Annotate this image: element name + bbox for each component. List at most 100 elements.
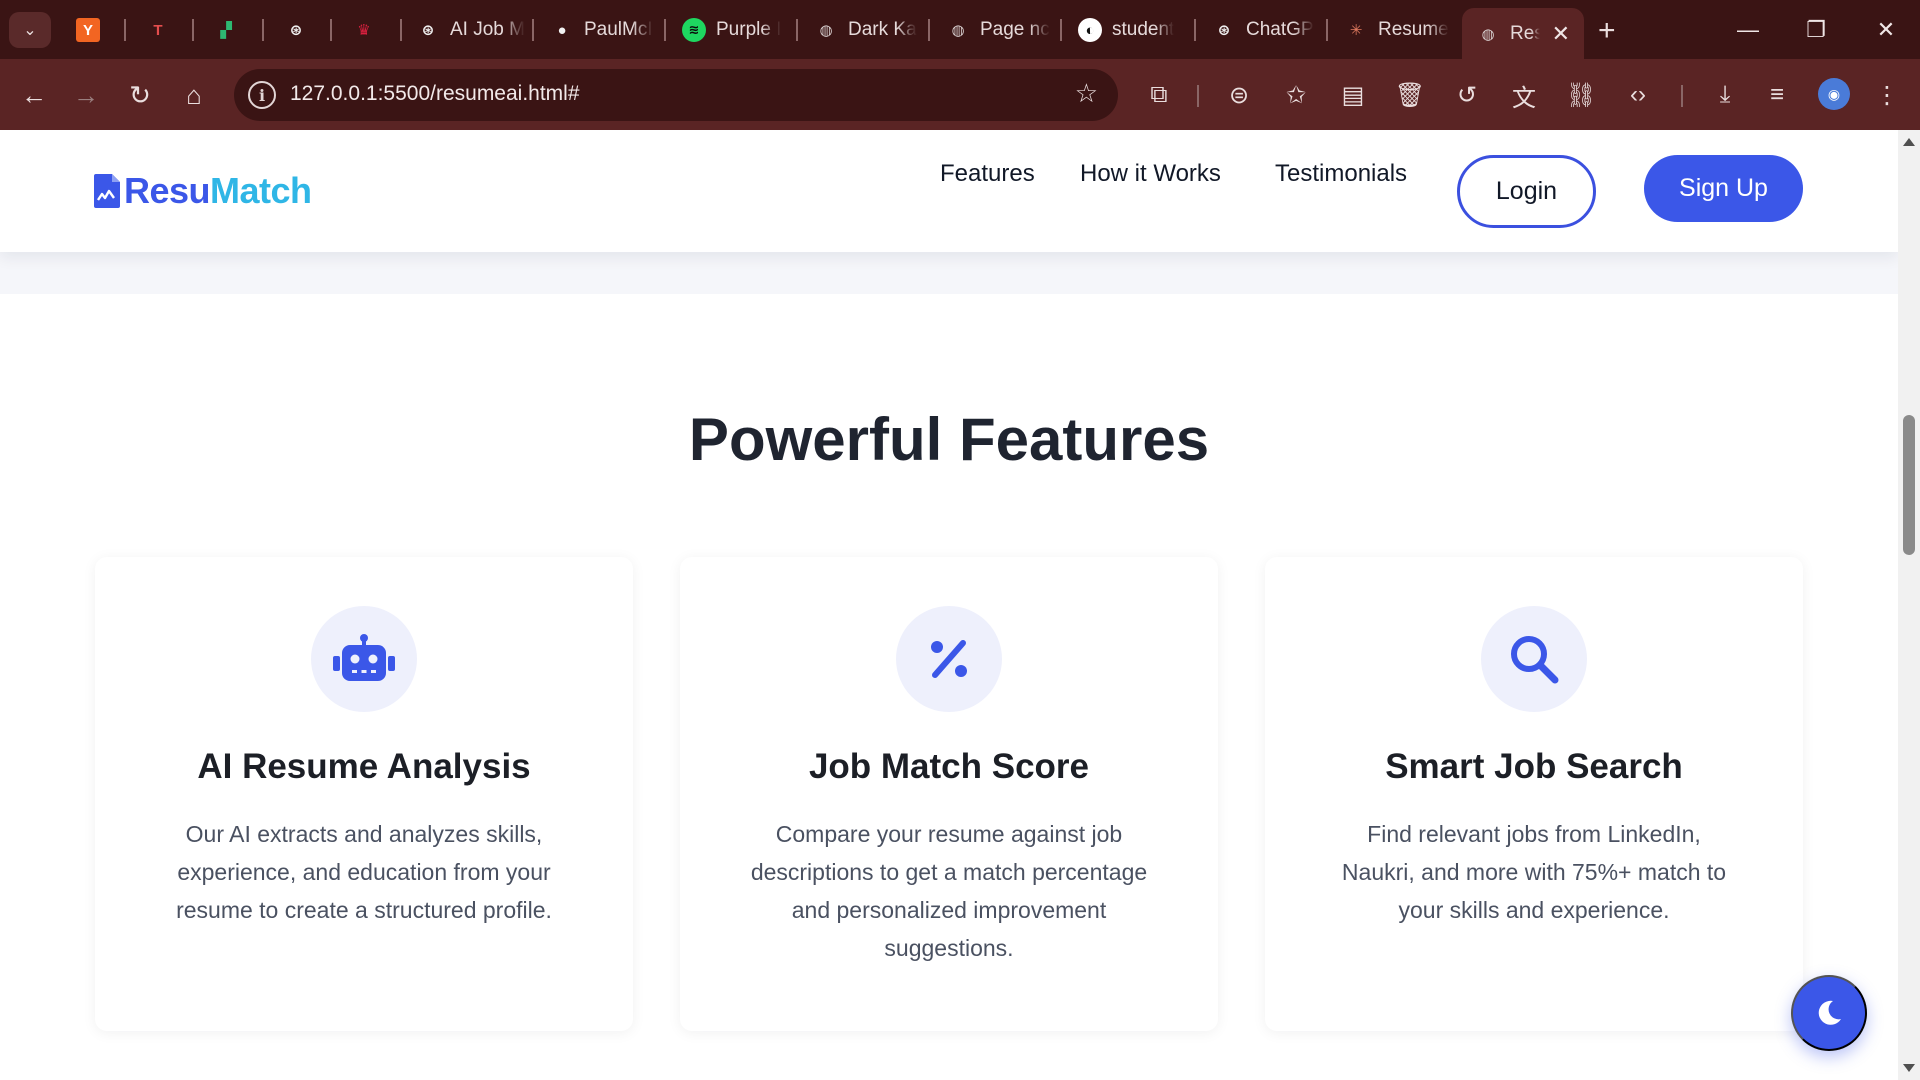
browser-tab[interactable]: ◐ student xyxy=(1064,12,1194,48)
scrollbar-thumb[interactable] xyxy=(1903,415,1915,555)
tab-label: Purple I xyxy=(716,19,782,40)
browser-tab[interactable]: ✳ Resume xyxy=(1330,12,1458,48)
feature-card-title: AI Resume Analysis xyxy=(197,747,531,786)
robot-icon xyxy=(333,634,395,681)
scroll-up-arrow-icon[interactable] xyxy=(1903,138,1915,146)
openai-icon: ⊛ xyxy=(1217,22,1231,39)
browser-tab[interactable]: ♛ xyxy=(338,12,398,48)
feature-card-smart-job-search: Smart Job Search Find relevant jobs from… xyxy=(1265,557,1803,1031)
close-window-icon[interactable]: ✕ xyxy=(1866,10,1906,50)
browser-tab[interactable]: Y xyxy=(62,12,122,48)
forward-icon[interactable]: → xyxy=(66,75,106,115)
tab-label: student xyxy=(1112,19,1175,40)
green-app-icon: ▞ xyxy=(220,22,232,39)
scroll-down-arrow-icon[interactable] xyxy=(1903,1064,1915,1072)
trash-icon[interactable]: 🗑 xyxy=(1391,76,1429,114)
browser-tab-active[interactable]: ◍ Res ✕ xyxy=(1462,8,1584,59)
signup-button[interactable]: Sign Up xyxy=(1644,155,1803,222)
extensions-icon[interactable]: ⧉ xyxy=(1140,76,1178,114)
tab-label: Page nc xyxy=(980,19,1050,40)
link-icon[interactable]: ⛓ xyxy=(1562,76,1600,114)
incognito-icon[interactable]: ⊜ xyxy=(1220,76,1258,114)
close-tab-icon[interactable]: ✕ xyxy=(1552,21,1570,47)
tab-label: Res xyxy=(1510,22,1540,44)
dark-mode-toggle[interactable] xyxy=(1791,975,1867,1051)
browser-tab[interactable]: ◍ Page nc xyxy=(932,12,1060,48)
site-header: ResuMatch Features How it Works Testimon… xyxy=(0,130,1898,252)
devtools-icon[interactable]: ‹› xyxy=(1619,76,1657,114)
reading-list-icon[interactable]: ▤ xyxy=(1334,76,1372,114)
crown-icon: ♛ xyxy=(357,22,371,39)
spotify-icon: ≋ xyxy=(682,18,706,42)
feature-card-job-match-score: Job Match Score Compare your resume agai… xyxy=(680,557,1218,1031)
translate-icon[interactable]: 文 xyxy=(1505,76,1543,114)
profile-avatar[interactable]: ◉ xyxy=(1818,78,1850,110)
openai-icon: ⊛ xyxy=(289,22,303,39)
feature-card-description: Find relevant jobs from LinkedIn, Naukri… xyxy=(1341,821,1727,923)
browser-tab[interactable]: ⊛ AI Job M xyxy=(402,12,530,48)
globe-icon: ◍ xyxy=(1481,25,1495,43)
feature-card-description: Our AI extracts and analyzes skills, exp… xyxy=(176,821,552,923)
browser-tab[interactable]: ⊛ xyxy=(270,12,330,48)
feature-icon-circle xyxy=(896,606,1002,712)
student-site-icon: ◐ xyxy=(1078,18,1102,42)
globe-icon: ◍ xyxy=(819,22,833,39)
page-scrollbar[interactable] xyxy=(1898,130,1920,1080)
favorites-icon[interactable]: ✩ xyxy=(1277,76,1315,114)
menu-kebab-icon[interactable]: ⋮ xyxy=(1868,76,1906,114)
site-info-icon[interactable]: i xyxy=(248,81,276,109)
github-icon: ● xyxy=(557,21,567,39)
tab-label: PaulMcI xyxy=(584,19,653,40)
percent-icon xyxy=(931,640,967,678)
url-text[interactable]: 127.0.0.1:5500/resumeai.html# xyxy=(290,82,580,106)
browser-tab-bar: ⌄ Y T ▞ ⊛ ♛ ⊛ AI Job M ● PaulMcI ≋ Purpl… xyxy=(0,0,1920,59)
feature-card-title: Smart Job Search xyxy=(1385,747,1683,786)
resume-doc-icon xyxy=(94,174,120,208)
section-divider xyxy=(0,250,1898,294)
feature-card-description: Compare your resume against job descript… xyxy=(750,821,1148,961)
address-bar[interactable]: i 127.0.0.1:5500/resumeai.html# ☆ xyxy=(234,69,1118,121)
new-tab-icon[interactable]: + xyxy=(1598,14,1616,48)
tab-search-dropdown-icon[interactable]: ⌄ xyxy=(9,12,51,48)
openai-icon: ⊛ xyxy=(421,22,435,39)
browser-tab[interactable]: ≋ Purple I xyxy=(668,12,796,48)
nav-link-testimonials[interactable]: Testimonials xyxy=(1275,160,1407,188)
tab-label: Resume xyxy=(1378,19,1449,40)
minimize-icon[interactable]: — xyxy=(1728,10,1768,50)
browser-toolbar: ← → ↻ ⌂ i 127.0.0.1:5500/resumeai.html# … xyxy=(0,59,1920,130)
back-icon[interactable]: ← xyxy=(14,75,54,115)
browser-tab[interactable]: ⊛ ChatGP xyxy=(1198,12,1326,48)
download-icon[interactable]: ⤓ xyxy=(1706,76,1744,114)
tab-label: ChatGP xyxy=(1246,19,1314,40)
history-icon[interactable]: ↺ xyxy=(1448,76,1486,114)
features-section-title: Powerful Features xyxy=(688,406,1210,473)
browser-tab[interactable]: ▞ xyxy=(200,12,260,48)
nav-link-how-it-works[interactable]: How it Works xyxy=(1080,160,1221,188)
browser-tab[interactable]: T xyxy=(132,12,192,48)
tab-label: Dark Ka xyxy=(848,19,917,40)
feature-icon-circle xyxy=(311,606,417,712)
nav-link-features[interactable]: Features xyxy=(940,160,1035,188)
browser-tab[interactable]: ● PaulMcI xyxy=(536,12,666,48)
feature-card-title: Job Match Score xyxy=(808,747,1090,786)
y-combinator-icon: Y xyxy=(76,18,100,42)
login-button[interactable]: Login xyxy=(1457,155,1596,228)
feature-icon-circle xyxy=(1481,606,1587,712)
feature-card-ai-resume-analysis: AI Resume Analysis Our AI extracts and a… xyxy=(95,557,633,1031)
restore-icon[interactable]: ❐ xyxy=(1796,10,1836,50)
reload-icon[interactable]: ↻ xyxy=(120,75,160,115)
logo-text-resu: Resu xyxy=(124,170,211,211)
globe-icon: ◍ xyxy=(951,22,965,39)
tab-label: AI Job M xyxy=(450,19,525,40)
moon-icon xyxy=(1818,1000,1841,1025)
claude-icon: ✳ xyxy=(1349,22,1363,39)
page-viewport: ResuMatch Features How it Works Testimon… xyxy=(0,130,1898,1080)
browser-tab[interactable]: ◍ Dark Ka xyxy=(800,12,928,48)
home-icon[interactable]: ⌂ xyxy=(174,75,214,115)
bookmark-star-icon[interactable]: ☆ xyxy=(1075,78,1098,109)
site-logo[interactable]: ResuMatch xyxy=(94,170,312,212)
tj-icon: T xyxy=(153,21,163,39)
search-icon xyxy=(1511,636,1559,684)
logo-text-match: Match xyxy=(210,170,312,211)
media-control-icon[interactable]: ≡ xyxy=(1758,76,1796,114)
